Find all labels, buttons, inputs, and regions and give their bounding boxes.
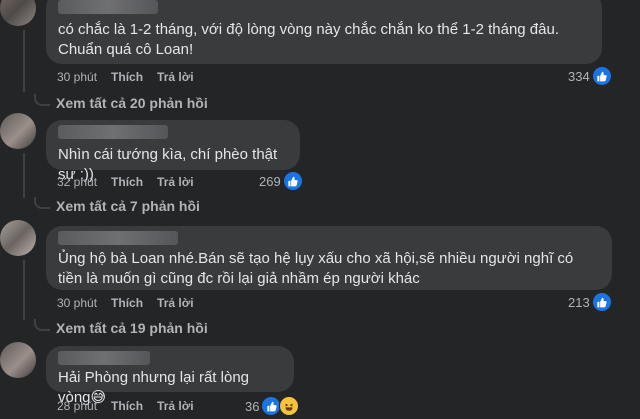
reply-button[interactable]: Trả lời	[157, 70, 194, 84]
comment-timestamp[interactable]: 30 phút	[57, 296, 97, 310]
reaction-summary[interactable]: 213	[568, 293, 611, 311]
comment-bubble: có chắc là 1-2 tháng, với độ lòng vòng n…	[46, 0, 602, 64]
view-replies-link[interactable]: Xem tất cả 19 phản hồi	[34, 319, 208, 336]
view-replies-label: Xem tất cả 20 phản hồi	[56, 95, 208, 111]
avatar[interactable]	[0, 342, 36, 378]
comment-actions: 28 phút Thích Trả lời	[57, 399, 194, 413]
comment-text: Ủng hộ bà Loan nhé.Bán sẽ tạo hệ lụy xấu…	[58, 250, 578, 287]
reaction-count: 269	[259, 173, 281, 189]
like-icon	[592, 67, 611, 85]
commenter-name-redacted	[58, 351, 150, 365]
comment-timestamp[interactable]: 28 phút	[57, 399, 97, 413]
comment-text: có chắc là 1-2 tháng, với độ lòng vòng n…	[58, 21, 564, 58]
comment-bubble: Hải Phòng nhưng lại rất lòng vòng😅	[46, 346, 294, 406]
reply-button[interactable]: Trả lời	[157, 296, 194, 310]
reaction-count: 334	[568, 68, 590, 84]
comment-actions: 30 phút Thích Trả lời	[57, 296, 194, 310]
view-replies-label: Xem tất cả 7 phản hồi	[56, 198, 200, 214]
thread-line	[23, 153, 25, 198]
comment-actions: 30 phút Thích Trả lời	[57, 70, 194, 84]
thread-line	[23, 260, 25, 320]
comment-timestamp[interactable]: 30 phút	[57, 70, 97, 84]
haha-icon	[279, 396, 300, 416]
reaction-summary[interactable]: 269	[259, 172, 302, 190]
reaction-summary[interactable]: 36	[245, 396, 300, 416]
view-replies-link[interactable]: Xem tất cả 20 phản hồi	[34, 94, 208, 111]
commenter-name-redacted	[58, 0, 158, 14]
view-replies-link[interactable]: Xem tất cả 7 phản hồi	[34, 197, 200, 214]
reply-connector	[34, 94, 50, 106]
comment-actions: 32 phút Thích Trả lời	[57, 175, 194, 189]
comment-bubble: Nhìn cái tướng kìa, chí phèo thật sự :))	[46, 120, 300, 183]
reaction-summary[interactable]: 334	[568, 67, 611, 85]
like-icon	[283, 172, 302, 190]
reply-button[interactable]: Trả lời	[157, 399, 194, 413]
commenter-name-redacted	[58, 231, 178, 245]
like-icon	[592, 293, 611, 311]
thread-line	[23, 30, 25, 92]
reaction-count: 36	[245, 398, 260, 414]
commenter-name-redacted	[58, 125, 168, 139]
avatar[interactable]	[0, 113, 36, 149]
view-replies-label: Xem tất cả 19 phản hồi	[56, 320, 208, 336]
comment-timestamp[interactable]: 32 phút	[57, 175, 97, 189]
comment-bubble: Ủng hộ bà Loan nhé.Bán sẽ tạo hệ lụy xấu…	[46, 226, 612, 290]
avatar[interactable]	[0, 0, 36, 26]
reply-connector	[34, 319, 50, 331]
avatar[interactable]	[0, 220, 36, 256]
like-button[interactable]: Thích	[111, 175, 143, 189]
like-button[interactable]: Thích	[111, 70, 143, 84]
like-button[interactable]: Thích	[111, 399, 143, 413]
reaction-count: 213	[568, 294, 590, 310]
reply-button[interactable]: Trả lời	[157, 175, 194, 189]
like-button[interactable]: Thích	[111, 296, 143, 310]
reply-connector	[34, 197, 50, 209]
like-icon	[262, 397, 281, 415]
